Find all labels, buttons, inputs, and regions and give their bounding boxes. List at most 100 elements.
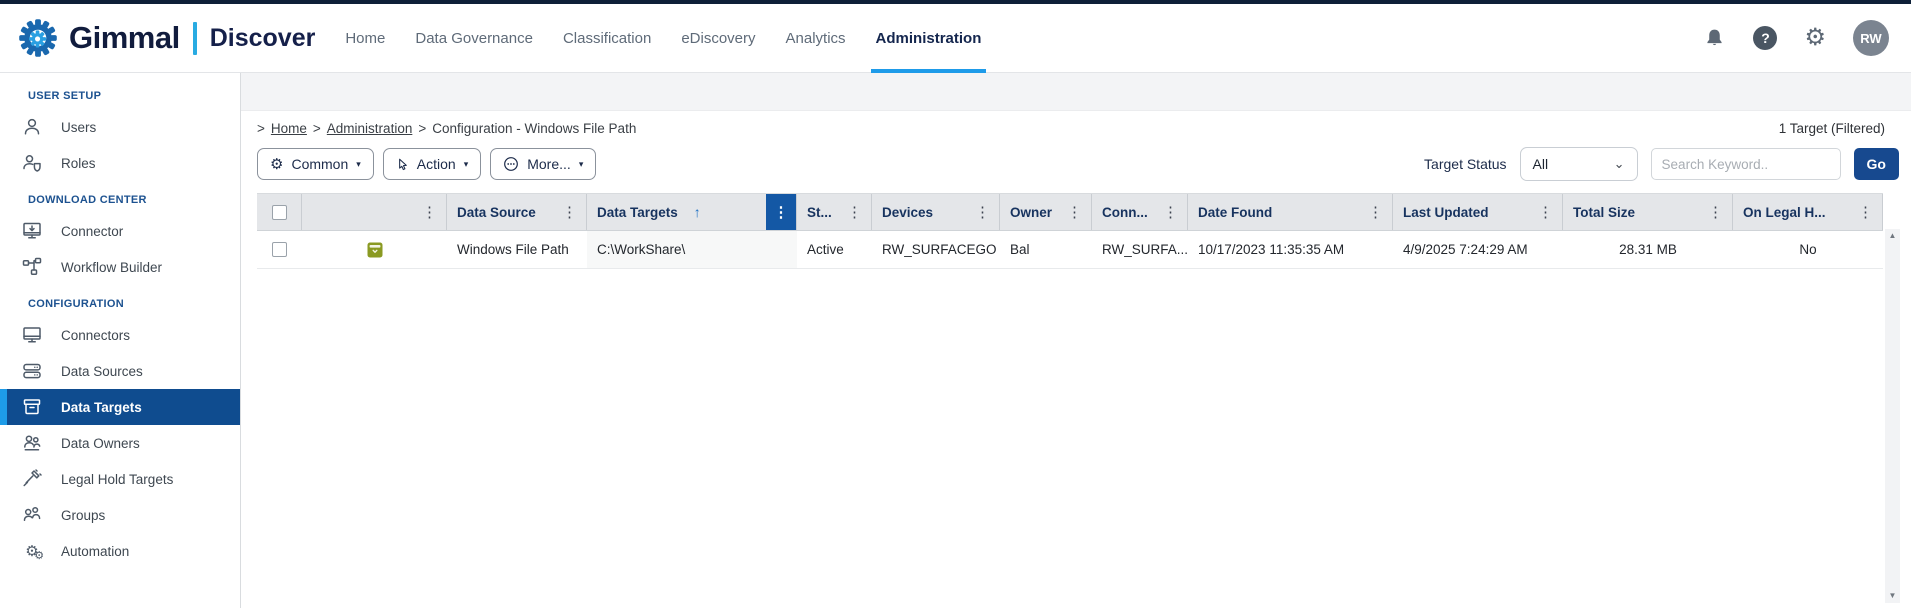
nav-ediscovery[interactable]: eDiscovery (681, 4, 755, 73)
sidebar-item-workflow-builder[interactable]: Workflow Builder (0, 249, 240, 285)
nav-administration[interactable]: Administration (876, 4, 982, 73)
go-button[interactable]: Go (1854, 148, 1899, 180)
column-menu-icon[interactable]: ⋮ (1368, 203, 1383, 221)
targets-table: ⋮ Data Source ⋮ Data Targets ↑ ⋮ St... ⋮… (257, 193, 1883, 269)
column-menu-icon[interactable]: ⋮ (422, 203, 437, 221)
cell-connector: RW_SURFA... (1092, 231, 1188, 268)
row-checkbox[interactable] (272, 242, 287, 257)
server-stack-icon (19, 360, 45, 382)
column-menu-icon[interactable]: ⋮ (847, 203, 862, 221)
action-cursor-icon (396, 157, 409, 172)
header-icon-column: ⋮ (302, 194, 447, 230)
target-status-label: Target Status (1424, 156, 1507, 172)
cell-owner: Bal (1000, 231, 1092, 268)
sidebar-item-data-targets[interactable]: Data Targets (0, 389, 240, 425)
nav-analytics[interactable]: Analytics (786, 4, 846, 73)
target-status-value: All (1533, 156, 1549, 172)
help-icon[interactable]: ? (1753, 26, 1777, 50)
breadcrumb: > Home > Administration > Configuration … (257, 121, 636, 136)
active-column-menu-button[interactable]: ⋮ (766, 194, 796, 230)
header-devices[interactable]: Devices ⋮ (872, 194, 1000, 230)
action-dropdown-button[interactable]: Action ▾ (383, 148, 481, 180)
sidebar-item-groups[interactable]: Groups (0, 497, 240, 533)
header-total-size[interactable]: Total Size ⋮ (1563, 194, 1733, 230)
column-menu-icon[interactable]: ⋮ (562, 203, 577, 221)
cell-date-found: 10/17/2023 11:35:35 AM (1188, 231, 1393, 268)
sidebar-item-users[interactable]: Users (0, 109, 240, 145)
header-actions: ? ⚙ RW (1703, 20, 1889, 56)
sort-ascending-icon[interactable]: ↑ (694, 204, 701, 220)
search-keyword-input[interactable] (1651, 148, 1841, 180)
settings-gear-icon[interactable]: ⚙ (1804, 26, 1826, 50)
sidebar-item-connector[interactable]: Connector (0, 213, 240, 249)
sidebar-item-roles[interactable]: Roles (0, 145, 240, 181)
user-avatar[interactable]: RW (1853, 20, 1889, 56)
nav-classification[interactable]: Classification (563, 4, 651, 73)
monitor-icon (19, 324, 45, 346)
sidebar-item-data-sources[interactable]: Data Sources (0, 353, 240, 389)
content-top-band (241, 73, 1911, 111)
sidebar-section-user-setup: USER SETUP (0, 77, 240, 109)
archive-box-icon (19, 396, 45, 418)
cell-on-legal-hold: No (1733, 231, 1883, 268)
select-all-checkbox[interactable] (272, 205, 287, 220)
header-data-targets[interactable]: Data Targets ↑ ⋮ (587, 194, 797, 230)
role-shield-icon (19, 152, 45, 174)
breadcrumb-link-administration[interactable]: Administration (327, 121, 413, 136)
breadcrumb-separator: > (313, 121, 321, 136)
product-name: Discover (210, 24, 316, 53)
scroll-up-arrow[interactable]: ▲ (1889, 232, 1897, 240)
main-content: > Home > Administration > Configuration … (241, 73, 1911, 608)
monitor-download-icon (19, 220, 45, 242)
target-count: 1 Target (Filtered) (1779, 121, 1885, 136)
breadcrumb-separator: > (418, 121, 426, 136)
column-menu-icon[interactable]: ⋮ (975, 203, 990, 221)
cell-data-targets: C:\WorkShare\ (587, 231, 797, 268)
target-status-select[interactable]: All ⌄ (1520, 147, 1638, 181)
column-menu-icon[interactable]: ⋮ (1858, 203, 1873, 221)
header-data-source[interactable]: Data Source ⋮ (447, 194, 587, 230)
more-dropdown-button[interactable]: More... ▾ (490, 148, 596, 180)
cell-status: Active (797, 231, 872, 268)
toolbar: ⚙ Common ▾ Action ▾ More... ▾ Target Sta… (241, 139, 1911, 193)
sidebar-section-download-center: DOWNLOAD CENTER (0, 181, 240, 213)
breadcrumb-link-home[interactable]: Home (271, 121, 307, 136)
top-navigation: Home Data Governance Classification eDis… (345, 4, 981, 73)
common-dropdown-button[interactable]: ⚙ Common ▾ (257, 148, 374, 180)
header-last-updated[interactable]: Last Updated ⋮ (1393, 194, 1563, 230)
common-gear-icon: ⚙ (270, 157, 283, 172)
cell-last-updated: 4/9/2025 7:24:29 AM (1393, 231, 1563, 268)
header-date-found[interactable]: Date Found ⋮ (1188, 194, 1393, 230)
header-on-legal-hold[interactable]: On Legal H... ⋮ (1733, 194, 1883, 230)
sidebar-item-data-owners[interactable]: Data Owners (0, 425, 240, 461)
sidebar-item-connectors[interactable]: Connectors (0, 317, 240, 353)
user-icon (19, 116, 45, 138)
gimmal-gear-logo-icon (16, 16, 60, 60)
row-icon-cell (302, 231, 447, 268)
caret-down-icon: ▾ (356, 159, 361, 170)
notifications-bell-icon[interactable] (1703, 27, 1726, 50)
nav-data-governance[interactable]: Data Governance (415, 4, 533, 73)
header-owner[interactable]: Owner ⋮ (1000, 194, 1092, 230)
gimmal-logo[interactable]: Gimmal Discover (16, 16, 315, 60)
brand-separator (193, 22, 197, 55)
sidebar-item-legal-hold-targets[interactable]: Legal Hold Targets (0, 461, 240, 497)
cell-data-source: Windows File Path (447, 231, 587, 268)
column-menu-icon[interactable]: ⋮ (1708, 203, 1723, 221)
column-menu-icon[interactable]: ⋮ (1538, 203, 1553, 221)
people-icon (19, 432, 45, 454)
more-ellipsis-icon (503, 156, 519, 172)
column-menu-icon[interactable]: ⋮ (1067, 203, 1082, 221)
header-connector[interactable]: Conn... ⋮ (1092, 194, 1188, 230)
column-menu-icon[interactable]: ⋮ (1163, 203, 1178, 221)
header-status[interactable]: St... ⋮ (797, 194, 872, 230)
table-row[interactable]: Windows File Path C:\WorkShare\ Active R… (257, 231, 1883, 269)
sidebar-item-automation[interactable]: ⚙⚙ Automation (0, 533, 240, 569)
archive-lock-icon (365, 240, 385, 260)
scroll-down-arrow[interactable]: ▼ (1889, 592, 1897, 600)
nav-home[interactable]: Home (345, 4, 385, 73)
sidebar: USER SETUP Users Roles DOWNLOAD CENTER C… (0, 73, 241, 608)
row-select-cell (257, 231, 302, 268)
vertical-scrollbar[interactable]: ▲ ▼ (1885, 229, 1900, 603)
breadcrumb-prefix: > (257, 121, 265, 136)
